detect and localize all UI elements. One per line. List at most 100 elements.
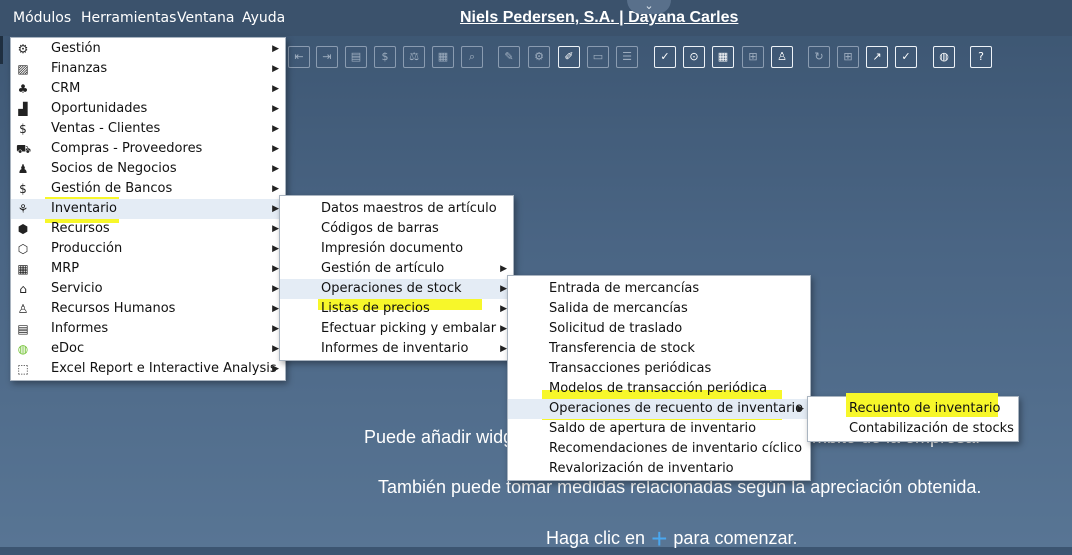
menu-item-recursos[interactable]: ⬢ Recursos ▶ xyxy=(11,219,285,239)
analytics-icon[interactable]: ✓ xyxy=(895,46,917,68)
menu-item-compras[interactable]: ⛟ Compras - Proveedores ▶ xyxy=(11,139,285,159)
layout-icon[interactable]: ⊞ xyxy=(837,46,859,68)
menu-item-transacciones-periodicas[interactable]: Transacciones periódicas xyxy=(508,359,810,379)
menu-item-saldo-apertura[interactable]: Saldo de apertura de inventario xyxy=(508,419,810,439)
menu-item-transferencia-stock[interactable]: Transferencia de stock xyxy=(508,339,810,359)
settings-icon[interactable]: ⚙ xyxy=(528,46,550,68)
menu-item-solicitud-traslado[interactable]: Solicitud de traslado xyxy=(508,319,810,339)
finance-icon: ▨ xyxy=(17,62,29,76)
menu-item-socios[interactable]: ♟ Socios de Negocios ▶ xyxy=(11,159,285,179)
menu-item-mrp[interactable]: ▦ MRP ▶ xyxy=(11,259,285,279)
menu-item-label: Impresión documento xyxy=(321,241,464,256)
crm-icon: ♣ xyxy=(17,82,29,96)
menu-item-contabilizacion-stocks[interactable]: Contabilización de stocks xyxy=(808,419,1018,439)
menu-ventana[interactable]: Ventana xyxy=(177,10,235,26)
menu-item-impresion-documento[interactable]: Impresión documento xyxy=(280,239,513,259)
menu-item-label: Compras - Proveedores xyxy=(51,141,203,156)
filter-icon[interactable]: ⊙ xyxy=(683,46,705,68)
menu-item-revalorizacion[interactable]: Revalorización de inventario xyxy=(508,459,810,479)
menu-item-ventas[interactable]: $ Ventas - Clientes ▶ xyxy=(11,119,285,139)
submenu-arrow-icon: ▶ xyxy=(500,304,507,314)
help-icon[interactable]: ? xyxy=(970,46,992,68)
menu-item-inventario[interactable]: ⚘ Inventario ▶ xyxy=(11,199,285,219)
menu-item-picking-embalar[interactable]: Efectuar picking y embalar ▶ xyxy=(280,319,513,339)
menu-item-label: Inventario xyxy=(51,201,117,216)
menu-item-label: Salida de mercancías xyxy=(549,301,688,316)
menu-item-label: Informes xyxy=(51,321,109,336)
browser-icon[interactable]: ◍ xyxy=(933,46,955,68)
menu-item-edoc[interactable]: ◍ eDoc ▶ xyxy=(11,339,285,359)
menu-item-label: Producción xyxy=(51,241,123,256)
menu-item-label: Gestión de Bancos xyxy=(51,181,173,196)
submenu-arrow-icon: ▶ xyxy=(272,244,279,254)
menu-item-label: eDoc xyxy=(51,341,85,356)
spreadsheet-icon[interactable]: ▦ xyxy=(712,46,734,68)
forum-icon[interactable]: ☰ xyxy=(616,46,638,68)
add-widget-icon[interactable]: + xyxy=(651,523,667,554)
menu-item-label: Servicio xyxy=(51,281,103,296)
menu-item-recuento-inventario[interactable]: Recuento de inventario xyxy=(808,399,1018,419)
menu-item-entrada-mercancias[interactable]: Entrada de mercancías xyxy=(508,279,810,299)
menu-item-oportunidades[interactable]: ▟ Oportunidades ▶ xyxy=(11,99,285,119)
menu-item-label: Operaciones de recuento de inventario xyxy=(549,401,804,416)
menu-modulos[interactable]: Módulos xyxy=(13,10,71,26)
grid-icon[interactable]: ▦ xyxy=(432,46,454,68)
menu-item-label: Listas de precios xyxy=(321,301,430,316)
menu-item-bancos[interactable]: $ Gestión de Bancos ▶ xyxy=(11,179,285,199)
menu-bar: Módulos Herramientas Ventana Ayuda Niels… xyxy=(0,0,1072,36)
menu-item-servicio[interactable]: ⌂ Servicio ▶ xyxy=(11,279,285,299)
menu-item-excel-report[interactable]: ⬚ Excel Report e Interactive Analysis ▶ xyxy=(11,359,285,379)
person-icon: ♙ xyxy=(17,302,29,316)
balance-icon[interactable]: ⚖ xyxy=(403,46,425,68)
menu-item-label: Oportunidades xyxy=(51,101,148,116)
start-hint: Haga clic en + para comenzar. xyxy=(546,523,798,555)
message-icon[interactable]: ▭ xyxy=(587,46,609,68)
first-record-icon[interactable]: ⇤ xyxy=(288,46,310,68)
chart-icon[interactable]: ↗ xyxy=(866,46,888,68)
menu-item-informes[interactable]: ▤ Informes ▶ xyxy=(11,319,285,339)
submenu-arrow-icon: ▶ xyxy=(272,124,279,134)
partners-icon: ♟ xyxy=(17,162,29,176)
submenu-arrow-icon: ▶ xyxy=(272,324,279,334)
cart-icon: ⛟ xyxy=(16,142,32,156)
menu-item-label: Contabilización de stocks xyxy=(849,421,1014,436)
previous-record-icon[interactable]: ⇥ xyxy=(316,46,338,68)
menu-item-label: Gestión xyxy=(51,41,101,56)
menu-item-label: CRM xyxy=(51,81,81,96)
user-icon[interactable]: ♙ xyxy=(771,46,793,68)
refresh-icon[interactable]: ↻ xyxy=(808,46,830,68)
menu-item-rrhh[interactable]: ♙ Recursos Humanos ▶ xyxy=(11,299,285,319)
search-records-icon[interactable]: ⌕ xyxy=(461,46,483,68)
menu-ayuda[interactable]: Ayuda xyxy=(242,10,285,26)
calculator-icon[interactable]: ✓ xyxy=(654,46,676,68)
menu-item-listas-precios[interactable]: Listas de precios ▶ xyxy=(280,299,513,319)
submenu-arrow-icon: ▶ xyxy=(500,344,507,354)
menu-item-label: Revalorización de inventario xyxy=(549,461,734,476)
menu-item-label: Efectuar picking y embalar xyxy=(321,321,497,336)
submenu-arrow-icon: ▶ xyxy=(272,204,279,214)
menu-item-datos-maestros[interactable]: Datos maestros de artículo xyxy=(280,199,513,219)
menu-item-operaciones-stock[interactable]: Operaciones de stock ▶ xyxy=(280,279,513,299)
submenu-arrow-icon: ▶ xyxy=(272,64,279,74)
menu-item-gestion[interactable]: ⚙ Gestión ▶ xyxy=(11,39,285,59)
menu-item-label: Operaciones de stock xyxy=(321,281,462,296)
edit-icon[interactable]: ✎ xyxy=(498,46,520,68)
menu-item-gestion-articulo[interactable]: Gestión de artículo ▶ xyxy=(280,259,513,279)
menu-item-operaciones-recuento[interactable]: Operaciones de recuento de inventario ▶ xyxy=(508,399,810,419)
inventario-submenu: Datos maestros de artículo Códigos de ba… xyxy=(279,195,514,361)
menu-item-salida-mercancias[interactable]: Salida de mercancías xyxy=(508,299,810,319)
menu-item-modelos-transaccion[interactable]: Modelos de transacción periódica xyxy=(508,379,810,399)
submenu-arrow-icon: ▶ xyxy=(272,104,279,114)
menu-item-recomendaciones-ciclico[interactable]: Recomendaciones de inventario cíclico xyxy=(508,439,810,459)
hierarchy-icon[interactable]: ⊞ xyxy=(742,46,764,68)
menu-item-informes-inventario[interactable]: Informes de inventario ▶ xyxy=(280,339,513,359)
menu-item-crm[interactable]: ♣ CRM ▶ xyxy=(11,79,285,99)
menu-item-codigos-barras[interactable]: Códigos de barras xyxy=(280,219,513,239)
print-preview-icon[interactable]: ▤ xyxy=(345,46,367,68)
menu-herramientas[interactable]: Herramientas xyxy=(81,10,176,26)
menu-item-finanzas[interactable]: ▨ Finanzas ▶ xyxy=(11,59,285,79)
submenu-arrow-icon: ▶ xyxy=(272,164,279,174)
document-edit-icon[interactable]: ✐ xyxy=(558,46,580,68)
currency-icon[interactable]: $ xyxy=(374,46,396,68)
menu-item-produccion[interactable]: ⬡ Producción ▶ xyxy=(11,239,285,259)
